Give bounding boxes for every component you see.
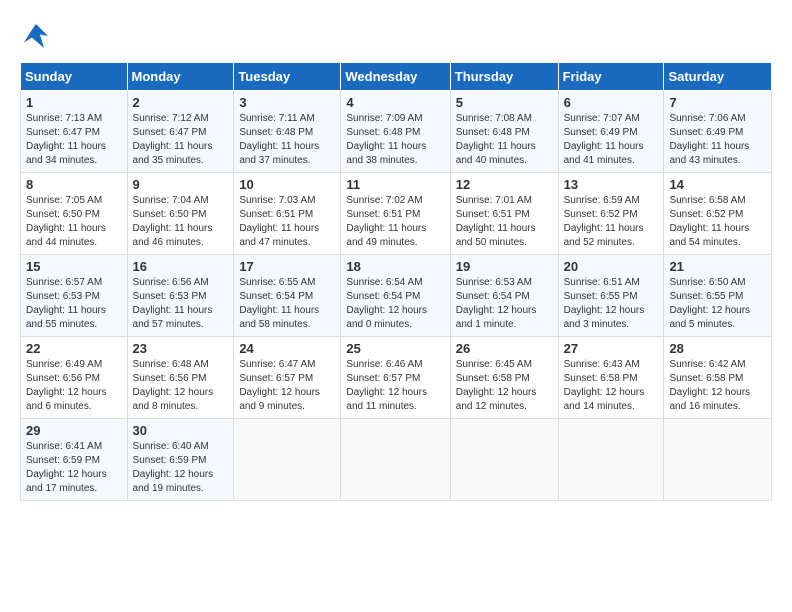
cell-7: 7Sunrise: 7:06 AM Sunset: 6:49 PM Daylig…	[664, 91, 772, 173]
cell-11: 11Sunrise: 7:02 AM Sunset: 6:51 PM Dayli…	[341, 173, 450, 255]
cell-17: 17Sunrise: 6:55 AM Sunset: 6:54 PM Dayli…	[234, 255, 341, 337]
cell-empty	[341, 419, 450, 501]
calendar: SundayMondayTuesdayWednesdayThursdayFrid…	[20, 62, 772, 501]
cell-8: 8Sunrise: 7:05 AM Sunset: 6:50 PM Daylig…	[21, 173, 128, 255]
week-row-1: 8Sunrise: 7:05 AM Sunset: 6:50 PM Daylig…	[21, 173, 772, 255]
cell-26: 26Sunrise: 6:45 AM Sunset: 6:58 PM Dayli…	[450, 337, 558, 419]
cell-empty	[450, 419, 558, 501]
week-row-4: 29Sunrise: 6:41 AM Sunset: 6:59 PM Dayli…	[21, 419, 772, 501]
week-row-2: 15Sunrise: 6:57 AM Sunset: 6:53 PM Dayli…	[21, 255, 772, 337]
cell-3: 3Sunrise: 7:11 AM Sunset: 6:48 PM Daylig…	[234, 91, 341, 173]
cell-27: 27Sunrise: 6:43 AM Sunset: 6:58 PM Dayli…	[558, 337, 664, 419]
cell-18: 18Sunrise: 6:54 AM Sunset: 6:54 PM Dayli…	[341, 255, 450, 337]
cell-1: 1Sunrise: 7:13 AM Sunset: 6:47 PM Daylig…	[21, 91, 128, 173]
cell-14: 14Sunrise: 6:58 AM Sunset: 6:52 PM Dayli…	[664, 173, 772, 255]
cell-29: 29Sunrise: 6:41 AM Sunset: 6:59 PM Dayli…	[21, 419, 128, 501]
cell-2: 2Sunrise: 7:12 AM Sunset: 6:47 PM Daylig…	[127, 91, 234, 173]
cell-4: 4Sunrise: 7:09 AM Sunset: 6:48 PM Daylig…	[341, 91, 450, 173]
header	[20, 20, 772, 52]
cell-10: 10Sunrise: 7:03 AM Sunset: 6:51 PM Dayli…	[234, 173, 341, 255]
day-header-monday: Monday	[127, 63, 234, 91]
cell-28: 28Sunrise: 6:42 AM Sunset: 6:58 PM Dayli…	[664, 337, 772, 419]
day-header-wednesday: Wednesday	[341, 63, 450, 91]
cell-9: 9Sunrise: 7:04 AM Sunset: 6:50 PM Daylig…	[127, 173, 234, 255]
day-header-row: SundayMondayTuesdayWednesdayThursdayFrid…	[21, 63, 772, 91]
cell-13: 13Sunrise: 6:59 AM Sunset: 6:52 PM Dayli…	[558, 173, 664, 255]
week-row-0: 1Sunrise: 7:13 AM Sunset: 6:47 PM Daylig…	[21, 91, 772, 173]
cell-23: 23Sunrise: 6:48 AM Sunset: 6:56 PM Dayli…	[127, 337, 234, 419]
cell-empty	[664, 419, 772, 501]
cell-empty	[558, 419, 664, 501]
cell-15: 15Sunrise: 6:57 AM Sunset: 6:53 PM Dayli…	[21, 255, 128, 337]
cell-19: 19Sunrise: 6:53 AM Sunset: 6:54 PM Dayli…	[450, 255, 558, 337]
day-header-sunday: Sunday	[21, 63, 128, 91]
cell-6: 6Sunrise: 7:07 AM Sunset: 6:49 PM Daylig…	[558, 91, 664, 173]
cell-30: 30Sunrise: 6:40 AM Sunset: 6:59 PM Dayli…	[127, 419, 234, 501]
cell-16: 16Sunrise: 6:56 AM Sunset: 6:53 PM Dayli…	[127, 255, 234, 337]
logo-icon	[20, 20, 52, 52]
cell-20: 20Sunrise: 6:51 AM Sunset: 6:55 PM Dayli…	[558, 255, 664, 337]
day-header-saturday: Saturday	[664, 63, 772, 91]
day-header-friday: Friday	[558, 63, 664, 91]
cell-24: 24Sunrise: 6:47 AM Sunset: 6:57 PM Dayli…	[234, 337, 341, 419]
cell-12: 12Sunrise: 7:01 AM Sunset: 6:51 PM Dayli…	[450, 173, 558, 255]
cell-empty	[234, 419, 341, 501]
logo	[20, 20, 56, 52]
cell-22: 22Sunrise: 6:49 AM Sunset: 6:56 PM Dayli…	[21, 337, 128, 419]
cell-5: 5Sunrise: 7:08 AM Sunset: 6:48 PM Daylig…	[450, 91, 558, 173]
week-row-3: 22Sunrise: 6:49 AM Sunset: 6:56 PM Dayli…	[21, 337, 772, 419]
day-header-tuesday: Tuesday	[234, 63, 341, 91]
cell-25: 25Sunrise: 6:46 AM Sunset: 6:57 PM Dayli…	[341, 337, 450, 419]
cell-21: 21Sunrise: 6:50 AM Sunset: 6:55 PM Dayli…	[664, 255, 772, 337]
day-header-thursday: Thursday	[450, 63, 558, 91]
